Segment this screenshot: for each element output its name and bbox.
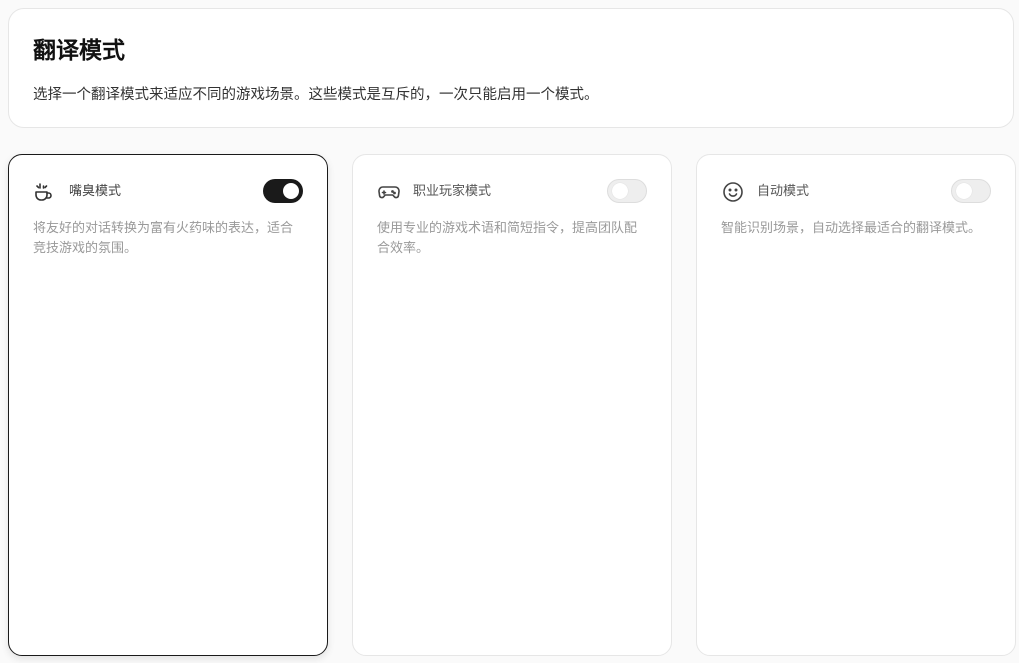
toggle-knob — [612, 183, 628, 199]
toggle-knob — [283, 183, 299, 199]
page-title: 翻译模式 — [33, 38, 125, 64]
mode-card-trash-talk[interactable]: 嘴臭模式 将友好的对话转换为富有火药味的表达，适合竞技游戏的氛围。 — [8, 154, 328, 656]
mode-toggle-pro-player[interactable] — [607, 179, 647, 203]
page-description: 选择一个翻译模式来适应不同的游戏场景。这些模式是互斥的，一次只能启用一个模式。 — [33, 87, 599, 103]
mode-card-auto[interactable]: 自动模式 智能识别场景，自动选择最适合的翻译模式。 — [696, 154, 1016, 656]
smoke-cup-icon — [33, 180, 57, 204]
gamepad-icon — [377, 180, 401, 204]
mode-title: 自动模式 — [757, 184, 810, 199]
mode-toggle-auto[interactable] — [951, 179, 991, 203]
toggle-knob — [956, 183, 972, 199]
mode-description: 智能识别场景，自动选择最适合的翻译模式。 — [721, 221, 982, 236]
translation-mode-page: 翻译模式 选择一个翻译模式来适应不同的游戏场景。这些模式是互斥的，一次只能启用一… — [0, 0, 1019, 663]
mode-description: 将友好的对话转换为富有火药味的表达，适合竞技游戏的氛围。 — [33, 221, 294, 256]
mode-description: 使用专业的游戏术语和简短指令，提高团队配合效率。 — [377, 221, 638, 256]
header-card: 翻译模式 选择一个翻译模式来适应不同的游戏场景。这些模式是互斥的，一次只能启用一… — [8, 8, 1014, 128]
smiley-icon — [721, 180, 745, 204]
mode-cards: 嘴臭模式 将友好的对话转换为富有火药味的表达，适合竞技游戏的氛围。 职业玩家模式 — [8, 154, 1016, 656]
mode-toggle-trash-talk[interactable] — [263, 179, 303, 203]
mode-title: 嘴臭模式 — [69, 184, 122, 199]
mode-card-pro-player[interactable]: 职业玩家模式 使用专业的游戏术语和简短指令，提高团队配合效率。 — [352, 154, 672, 656]
mode-title: 职业玩家模式 — [413, 184, 492, 199]
